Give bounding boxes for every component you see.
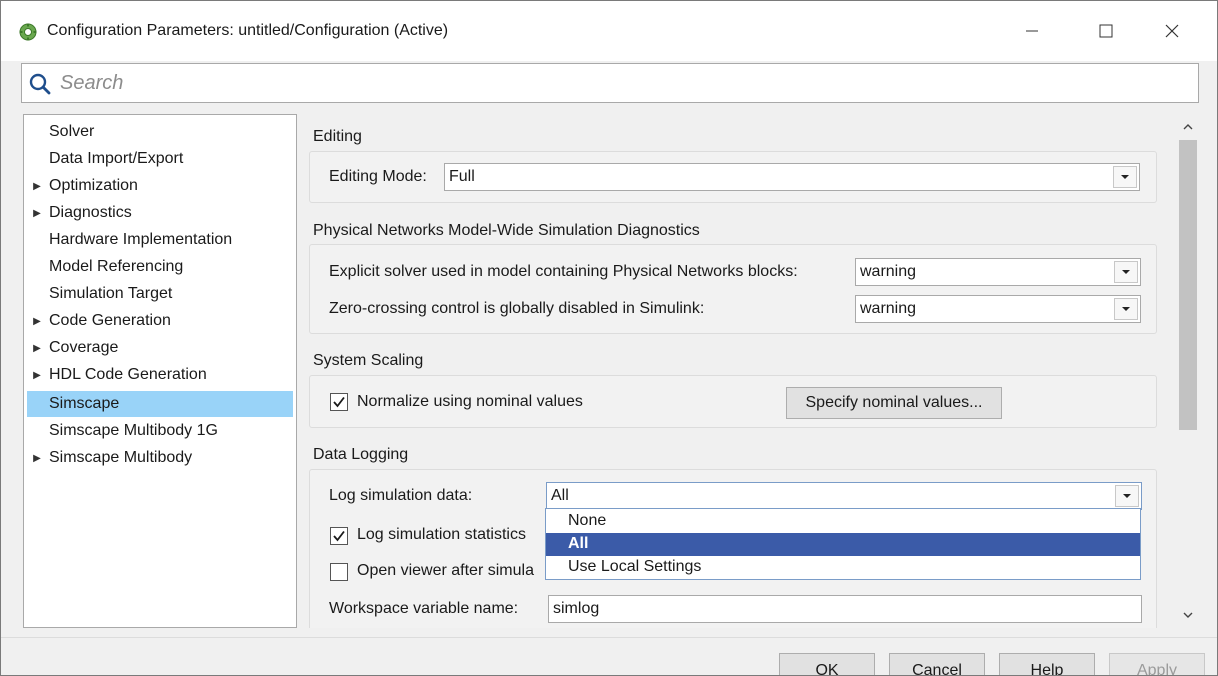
section-title-physical-networks: Physical Networks Model-Wide Simulation … <box>313 222 700 239</box>
title-bar: Configuration Parameters: untitled/Confi… <box>1 1 1217 61</box>
tree-item-simscape-multibody-1g[interactable]: Simscape Multibody 1G <box>27 418 293 444</box>
expand-arrow-icon[interactable]: ▶ <box>27 343 47 354</box>
workspace-variable-input[interactable]: simlog <box>548 595 1142 623</box>
system-scaling-panel: Normalize using nominal values Specify n… <box>309 375 1157 428</box>
zero-crossing-label: Zero-crossing control is globally disabl… <box>329 300 705 317</box>
log-statistics-checkbox[interactable] <box>330 527 348 545</box>
option-all[interactable]: All <box>546 533 1140 556</box>
maximize-icon <box>1099 24 1113 38</box>
normalize-label: Normalize using nominal values <box>357 393 583 410</box>
tree-item-diagnostics[interactable]: ▶ Diagnostics <box>27 200 293 226</box>
log-simulation-data-label: Log simulation data: <box>329 487 473 504</box>
tree-item-code-generation[interactable]: ▶ Code Generation <box>27 308 293 334</box>
help-button[interactable]: Help <box>999 653 1095 675</box>
editing-panel: Editing Mode: Full <box>309 151 1157 203</box>
log-simulation-data-select[interactable]: All <box>546 482 1142 510</box>
checkmark-icon <box>333 530 345 542</box>
expand-arrow-icon[interactable]: ▶ <box>27 208 47 219</box>
tree-item-data-import-export[interactable]: Data Import/Export <box>27 146 293 172</box>
configuration-parameters-window: Configuration Parameters: untitled/Confi… <box>0 0 1218 676</box>
editing-mode-select[interactable]: Full <box>444 163 1140 191</box>
dropdown-arrow-icon[interactable] <box>1114 298 1138 320</box>
specify-nominal-values-button[interactable]: Specify nominal values... <box>786 387 1002 419</box>
tree-item-model-referencing[interactable]: Model Referencing <box>27 254 293 280</box>
explicit-solver-label: Explicit solver used in model containing… <box>329 263 798 280</box>
expand-arrow-icon[interactable]: ▶ <box>27 370 47 381</box>
ok-button[interactable]: OK <box>779 653 875 675</box>
option-none[interactable]: None <box>546 510 1140 533</box>
section-title-data-logging: Data Logging <box>313 446 409 463</box>
footer-separator <box>1 637 1217 638</box>
tree-item-coverage[interactable]: ▶ Coverage <box>27 335 293 361</box>
tree-item-solver[interactable]: Solver <box>27 119 293 145</box>
open-viewer-checkbox[interactable] <box>330 563 348 581</box>
log-simulation-data-options: None All Use Local Settings <box>545 508 1141 580</box>
workspace-variable-label: Workspace variable name: <box>329 600 519 617</box>
minimize-button[interactable] <box>1009 15 1055 47</box>
minimize-icon <box>1026 30 1038 32</box>
close-button[interactable] <box>1149 15 1195 47</box>
scroll-up-button[interactable] <box>1177 118 1199 136</box>
search-icon <box>29 73 51 95</box>
section-title-editing: Editing <box>313 128 362 145</box>
settings-content: Editing Editing Mode: Full Physical Netw… <box>297 114 1199 628</box>
chevron-down-icon <box>1183 612 1193 618</box>
log-statistics-label: Log simulation statistics <box>357 526 526 543</box>
tree-item-simscape[interactable]: Simscape <box>27 391 293 417</box>
open-viewer-label: Open viewer after simula <box>357 562 534 579</box>
category-tree: Solver Data Import/Export ▶ Optimization … <box>23 114 297 628</box>
search-input[interactable] <box>58 68 1188 98</box>
window-title: Configuration Parameters: untitled/Confi… <box>47 22 449 39</box>
expand-arrow-icon[interactable]: ▶ <box>27 181 47 192</box>
close-icon <box>1165 24 1179 38</box>
expand-arrow-icon[interactable]: ▶ <box>27 316 47 327</box>
maximize-button[interactable] <box>1083 15 1129 47</box>
apply-button[interactable]: Apply <box>1109 653 1205 675</box>
chevron-up-icon <box>1183 124 1193 130</box>
scroll-down-button[interactable] <box>1177 606 1199 624</box>
tree-item-hdl-code-generation[interactable]: ▶ HDL Code Generation <box>27 362 293 388</box>
tree-item-simulation-target[interactable]: Simulation Target <box>27 281 293 307</box>
dropdown-arrow-icon[interactable] <box>1114 261 1138 283</box>
dropdown-arrow-icon[interactable] <box>1115 485 1139 507</box>
explicit-solver-select[interactable]: warning <box>855 258 1141 286</box>
matlab-config-icon <box>19 23 37 41</box>
editing-mode-label: Editing Mode: <box>329 168 427 185</box>
tree-item-optimization[interactable]: ▶ Optimization <box>27 173 293 199</box>
expand-arrow-icon[interactable]: ▶ <box>27 453 47 464</box>
search-bar <box>21 63 1199 103</box>
section-title-system-scaling: System Scaling <box>313 352 424 369</box>
tree-item-simscape-multibody[interactable]: ▶ Simscape Multibody <box>27 445 293 471</box>
tree-item-hardware-implementation[interactable]: Hardware Implementation <box>27 227 293 253</box>
cancel-button[interactable]: Cancel <box>889 653 985 675</box>
physical-networks-panel: Explicit solver used in model containing… <box>309 244 1157 334</box>
option-use-local-settings[interactable]: Use Local Settings <box>546 556 1140 579</box>
zero-crossing-select[interactable]: warning <box>855 295 1141 323</box>
dropdown-arrow-icon[interactable] <box>1113 166 1137 188</box>
content-scrollbar[interactable] <box>1177 114 1199 628</box>
normalize-checkbox[interactable] <box>330 393 348 411</box>
checkmark-icon <box>333 396 345 408</box>
scroll-thumb[interactable] <box>1179 140 1197 430</box>
